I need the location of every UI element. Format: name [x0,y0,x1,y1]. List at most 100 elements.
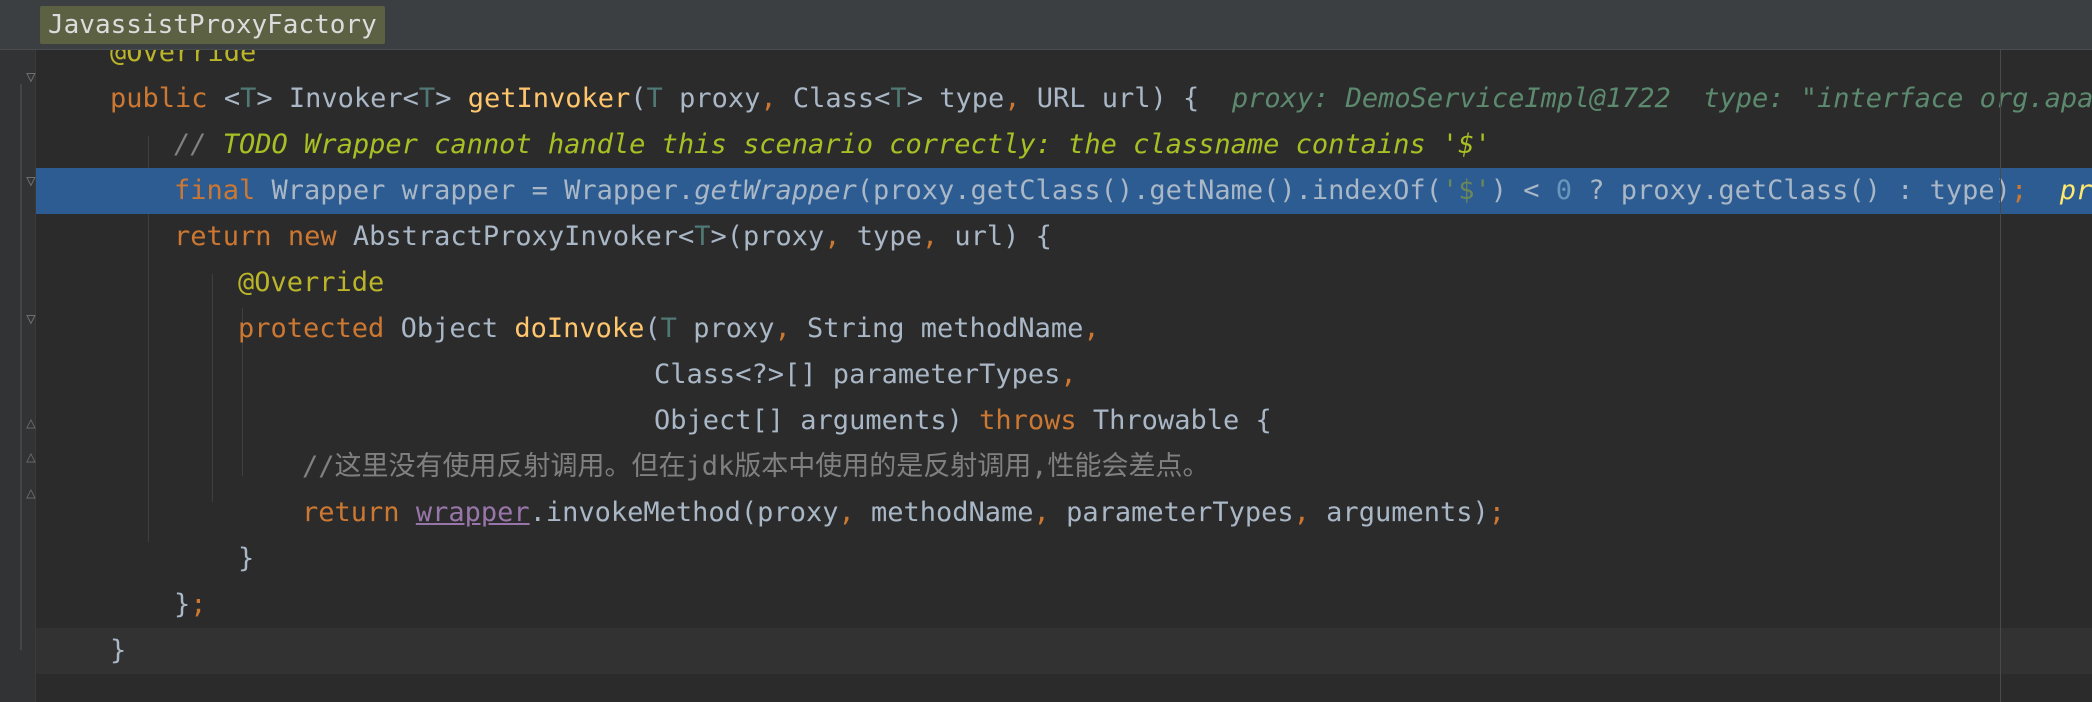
line-content: }; [174,582,207,628]
number-literal: 0 [1555,175,1573,206]
ctor-args: >(proxy [710,221,825,252]
keyword-public: public [110,83,208,114]
static-method-call[interactable]: getWrapper [694,175,857,206]
return-type: Object [384,313,515,344]
line-content: return wrapper.invokeMethod(proxy, metho… [302,490,1505,536]
ternary: ? proxy.getClass() : type) [1572,175,2011,206]
code-line[interactable]: @Override [36,260,2092,306]
param-arguments: Object[] arguments) [654,405,980,436]
type-param: T [890,83,907,114]
arg-methodname: methodName [854,497,1034,528]
line-content: Object[] arguments) throws Throwable { [654,398,1272,444]
code-line[interactable]: //这里没有使用反射调用。但在jdk版本中使用的是反射调用,性能会差点。 [36,444,2092,490]
editor-gutter[interactable]: ▽ ▽ ▽ △ △ △ [0,50,36,702]
line-content: public <T> Invoker<T> getInvoker(T proxy… [110,76,2092,122]
comma: , [921,221,939,252]
code-line[interactable]: } [36,536,2092,582]
code-line[interactable]: @Override [36,50,2092,76]
field-wrapper[interactable]: wrapper [416,497,530,528]
throwable: Throwable { [1076,405,1272,436]
param-class: Class< [776,83,891,114]
type-param: T [240,83,257,114]
code-line[interactable]: protected Object doInvoke(T proxy, Strin… [36,306,2092,352]
keyword-throws: throws [979,405,1077,436]
fold-line [20,84,22,650]
execution-point-line[interactable]: final Wrapper wrapper = Wrapper.getWrapp… [36,168,2092,214]
comment-slashes: // [174,129,223,160]
paren-open: ( [630,83,647,114]
chinese-comment: //这里没有使用反射调用。但在jdk版本中使用的是反射调用,性能会差点。 [302,451,1210,482]
comma: , [1033,497,1050,528]
line-content: protected Object doInvoke(T proxy, Strin… [238,306,1100,352]
right-margin-guide [2000,50,2001,702]
code-line[interactable]: Object[] arguments) throws Throwable { [36,398,2092,444]
type-param: T [660,313,677,344]
keyword-return: return [302,497,400,528]
comma: , [838,497,855,528]
debug-hint-proxy: proxy: DemoServiceImpl@1722 [2059,175,2092,206]
comparison: ) < [1490,175,1556,206]
expression: (proxy.getClass().getName().indexOf( [856,175,1442,206]
comma: , [1083,313,1100,344]
param-proxy: proxy [676,313,775,344]
code-line[interactable]: return new AbstractProxyInvoker<T>(proxy… [36,214,2092,260]
closing-brace: } [110,635,127,666]
line-content: final Wrapper wrapper = Wrapper.getWrapp… [174,168,2092,214]
breadcrumb-class-name[interactable]: JavassistProxyFactory [40,6,385,44]
comma: , [774,313,791,344]
code-line[interactable]: Class<?>[] parameterTypes, [36,352,2092,398]
return-type: Invoker< [288,83,419,114]
todo-comment: TODO Wrapper cannot handle this scenario… [222,129,1491,160]
char-literal: '$' [1441,175,1491,206]
code-line[interactable]: return wrapper.invokeMethod(proxy, metho… [36,490,2092,536]
keyword-protected: protected [238,313,385,344]
declaration: Wrapper wrapper = Wrapper. [255,175,695,206]
closing-brace: } [174,589,191,620]
line-content: Class<?>[] parameterTypes, [654,352,1077,398]
arg-arguments: arguments) [1309,497,1489,528]
current-line[interactable]: } [36,628,2092,674]
method-name[interactable]: getInvoker [468,83,631,114]
param-url: URL url) { [1020,83,1200,114]
param-types: Class<?>[] parameterTypes [654,359,1061,390]
debug-hint-type: type: "interface org.apache.dubbo.demo.D… [1703,83,2092,114]
semicolon: ; [1488,497,1505,528]
generic-close: > [435,83,452,114]
debug-hint-proxy: proxy: DemoServiceImpl@1722 [1231,83,1671,114]
type-param: T [646,83,663,114]
arg-paramtypes: parameterTypes [1049,497,1294,528]
override-annotation: @Override [238,267,385,298]
arg-type: type [840,221,922,252]
closing-brace: } [238,543,255,574]
semicolon: ; [2010,175,2028,206]
code-line[interactable]: public <T> Invoker<T> getInvoker(T proxy… [36,76,2092,122]
param-type: > type [906,83,1005,114]
override-annotation: @Override [110,50,257,68]
param-proxy: proxy [662,83,761,114]
class-ref: AbstractProxyInvoker< [336,221,695,252]
comma: , [760,83,777,114]
type-param: T [694,221,711,252]
semicolon: ; [190,589,207,620]
comma: , [824,221,841,252]
line-content: return new AbstractProxyInvoker<T>(proxy… [174,214,1052,260]
keyword-new: new [287,221,337,252]
keyword-return: return [174,221,272,252]
breadcrumb: JavassistProxyFactory [0,0,2092,50]
comma: , [1293,497,1310,528]
generic-open: < [223,83,241,114]
code-line[interactable]: }; [36,582,2092,628]
arg-url: url) { [938,221,1052,252]
code-line[interactable]: // TODO Wrapper cannot handle this scena… [36,122,2092,168]
keyword-final: final [174,175,256,206]
paren-open: ( [644,313,661,344]
comma: , [1004,83,1021,114]
method-name[interactable]: doInvoke [514,313,644,344]
param-methodname: String methodName [790,313,1084,344]
code-editor[interactable]: @Override public <T> Invoker<T> getInvok… [36,50,2092,702]
type-param: T [418,83,436,114]
comma: , [1060,359,1077,390]
line-content: // TODO Wrapper cannot handle this scena… [174,122,1491,168]
invoke-call: .invokeMethod(proxy [529,497,839,528]
generic-close: > [256,83,273,114]
